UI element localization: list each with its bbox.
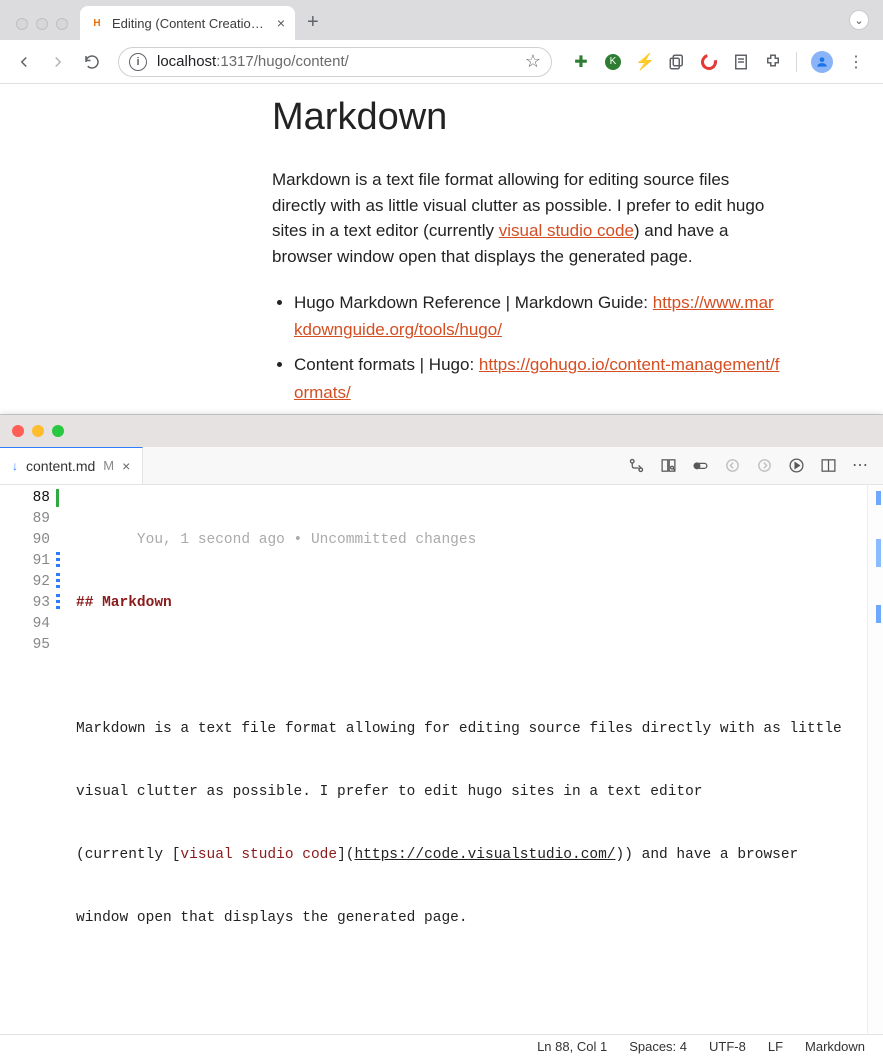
previous-change-icon[interactable] [723, 456, 741, 474]
line-numbers: 88 89 90 91 92 93 94 95 [0, 485, 56, 1034]
back-button[interactable] [10, 48, 38, 76]
forward-button[interactable] [44, 48, 72, 76]
browser-tab[interactable]: H Editing (Content Creation) - A × [80, 6, 295, 40]
extension-icon[interactable] [700, 53, 718, 71]
language-mode[interactable]: Markdown [805, 1039, 865, 1054]
tabs-dropdown-icon[interactable]: ⌄ [849, 10, 869, 30]
profile-avatar[interactable] [811, 51, 833, 73]
close-window-dot[interactable] [16, 18, 28, 30]
zoom-window-dot[interactable] [52, 425, 64, 437]
extension-icon[interactable]: ⚡ [636, 53, 654, 71]
address-bar[interactable]: i localhost:1317/hugo/content/ ☆ [118, 47, 552, 77]
zoom-window-dot[interactable] [56, 18, 68, 30]
open-preview-icon[interactable] [659, 456, 677, 474]
indentation[interactable]: Spaces: 4 [629, 1039, 687, 1054]
page-heading: Markdown [272, 96, 883, 139]
reference-list: Hugo Markdown Reference | Markdown Guide… [272, 289, 782, 406]
intro-paragraph: Markdown is a text file format allowing … [272, 167, 782, 269]
editor-tabs: ↓ content.md M × ⋯ [0, 447, 883, 485]
extension-icons: ✚ K ⚡ ⋮ [564, 51, 873, 73]
browser-window: H Editing (Content Creation) - A × + ⌄ i… [0, 0, 883, 415]
code-content[interactable]: You, 1 second ago • Uncommitted changes … [66, 485, 883, 1034]
gutter-marks [56, 485, 66, 1034]
list-item: Content formats | Hugo: https://gohugo.i… [294, 351, 782, 405]
tab-title: Editing (Content Creation) - A [112, 16, 269, 31]
next-change-icon[interactable] [755, 456, 773, 474]
close-tab-icon[interactable]: × [277, 15, 285, 31]
extension-icon[interactable]: K [604, 53, 622, 71]
site-info-icon[interactable]: i [129, 53, 147, 71]
more-actions-icon[interactable]: ⋯ [851, 456, 869, 474]
page-content: Markdown Markdown is a text file format … [0, 84, 883, 414]
close-window-dot[interactable] [12, 425, 24, 437]
editor-actions: ⋯ [613, 447, 883, 484]
browser-toolbar: i localhost:1317/hugo/content/ ☆ ✚ K ⚡ ⋮ [0, 40, 883, 84]
git-blame-annotation [76, 532, 137, 548]
run-icon[interactable] [787, 456, 805, 474]
vscode-link[interactable]: visual studio code [499, 221, 634, 240]
editor-titlebar [0, 415, 883, 447]
extension-icon[interactable]: ✚ [572, 53, 590, 71]
extension-icon[interactable] [668, 53, 686, 71]
window-controls [8, 18, 80, 40]
encoding[interactable]: UTF-8 [709, 1039, 746, 1054]
toggle-icon[interactable] [691, 456, 709, 474]
new-tab-button[interactable]: + [295, 11, 331, 40]
editor-window: ↓ content.md M × ⋯ 88 89 90 91 92 93 94 … [0, 415, 883, 1058]
minimize-window-dot[interactable] [32, 425, 44, 437]
cursor-position[interactable]: Ln 88, Col 1 [537, 1039, 607, 1054]
compare-changes-icon[interactable] [627, 456, 645, 474]
url-text: localhost:1317/hugo/content/ [157, 53, 515, 70]
minimize-window-dot[interactable] [36, 18, 48, 30]
editor-tab[interactable]: ↓ content.md M × [0, 447, 143, 484]
split-editor-icon[interactable] [819, 456, 837, 474]
file-name: content.md [26, 458, 95, 474]
favicon-icon: H [90, 16, 104, 30]
code-editor[interactable]: 88 89 90 91 92 93 94 95 You, 1 second ag… [0, 485, 883, 1034]
traffic-lights [12, 425, 64, 437]
markdown-file-icon: ↓ [12, 459, 18, 473]
modified-indicator: M [103, 458, 114, 473]
list-item: Hugo Markdown Reference | Markdown Guide… [294, 289, 782, 343]
reload-button[interactable] [78, 48, 106, 76]
status-bar: Ln 88, Col 1 Spaces: 4 UTF-8 LF Markdown [0, 1034, 883, 1058]
bookmark-star-icon[interactable]: ☆ [525, 51, 541, 72]
close-tab-icon[interactable]: × [122, 458, 130, 474]
minimap[interactable] [867, 485, 883, 1034]
browser-menu-icon[interactable]: ⋮ [847, 53, 865, 71]
tab-strip: H Editing (Content Creation) - A × + ⌄ [0, 0, 883, 40]
eol[interactable]: LF [768, 1039, 783, 1054]
extension-icon[interactable] [732, 53, 750, 71]
extensions-menu-icon[interactable] [764, 53, 782, 71]
